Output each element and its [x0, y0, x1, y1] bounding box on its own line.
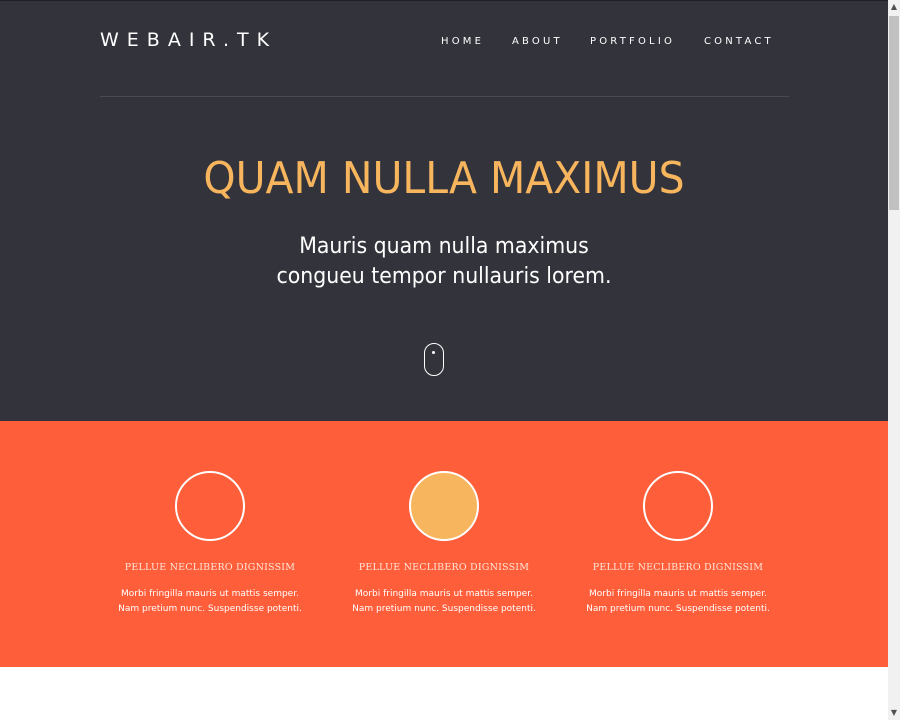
scrollbar-thumb[interactable]: [889, 16, 899, 210]
vertical-scrollbar[interactable]: ▲ ▼: [888, 0, 900, 720]
feature-text-line-1: Morbi fringilla mauris ut mattis semper.: [589, 589, 767, 599]
feature-text-line-1: Morbi fringilla mauris ut mattis semper.: [121, 589, 299, 599]
hero-section: WEBAIR.TK HOME ABOUT PORTFOLIO CONTACT Q…: [0, 0, 888, 421]
hero-subtitle-line-2: congueu tempor nullauris lorem.: [276, 264, 612, 289]
feature-text-line-1: Morbi fringilla mauris ut mattis semper.: [355, 589, 533, 599]
feature-title: PELLUE NECLIBERO DIGNISSIM: [124, 562, 296, 573]
feature-item-3: PELLUE NECLIBERO DIGNISSIM Morbi fringil…: [563, 421, 793, 667]
nav-portfolio-link[interactable]: PORTFOLIO: [590, 36, 675, 47]
scroll-up-arrow-icon[interactable]: ▲: [888, 0, 900, 14]
feature-text-line-2: Nam pretium nunc. Suspendisse potenti.: [352, 604, 536, 614]
nav-contact-link[interactable]: CONTACT: [704, 36, 774, 47]
site-logo[interactable]: WEBAIR.TK: [100, 29, 277, 51]
feature-circle-icon: [643, 471, 713, 541]
feature-title: PELLUE NECLIBERO DIGNISSIM: [592, 562, 764, 573]
feature-text: Morbi fringilla mauris ut mattis semper.…: [563, 587, 793, 617]
hero-subtitle: Mauris quam nulla maximus congueu tempor…: [31, 232, 857, 292]
scroll-down-arrow-icon[interactable]: ▼: [888, 706, 900, 720]
page: WEBAIR.TK HOME ABOUT PORTFOLIO CONTACT Q…: [0, 0, 888, 720]
feature-text: Morbi fringilla mauris ut mattis semper.…: [329, 587, 559, 617]
hero-title: QUAM NULLA MAXIMUS: [203, 153, 685, 204]
feature-circle-icon: [175, 471, 245, 541]
scroll-down-mouse-icon[interactable]: [424, 343, 444, 376]
feature-text: Morbi fringilla mauris ut mattis semper.…: [95, 587, 325, 617]
feature-text-line-2: Nam pretium nunc. Suspendisse potenti.: [586, 604, 770, 614]
feature-item-1: PELLUE NECLIBERO DIGNISSIM Morbi fringil…: [95, 421, 325, 667]
nav-about-link[interactable]: ABOUT: [512, 36, 563, 47]
features-section: PELLUE NECLIBERO DIGNISSIM Morbi fringil…: [0, 421, 888, 667]
feature-item-2: PELLUE NECLIBERO DIGNISSIM Morbi fringil…: [329, 421, 559, 667]
header-divider: [100, 96, 789, 97]
feature-text-line-2: Nam pretium nunc. Suspendisse potenti.: [118, 604, 302, 614]
mouse-wheel-dot: [432, 351, 435, 354]
feature-title: PELLUE NECLIBERO DIGNISSIM: [358, 562, 530, 573]
hero-subtitle-line-1: Mauris quam nulla maximus: [299, 234, 589, 259]
nav-home-link[interactable]: HOME: [441, 36, 484, 47]
feature-circle-filled-icon: [409, 471, 479, 541]
